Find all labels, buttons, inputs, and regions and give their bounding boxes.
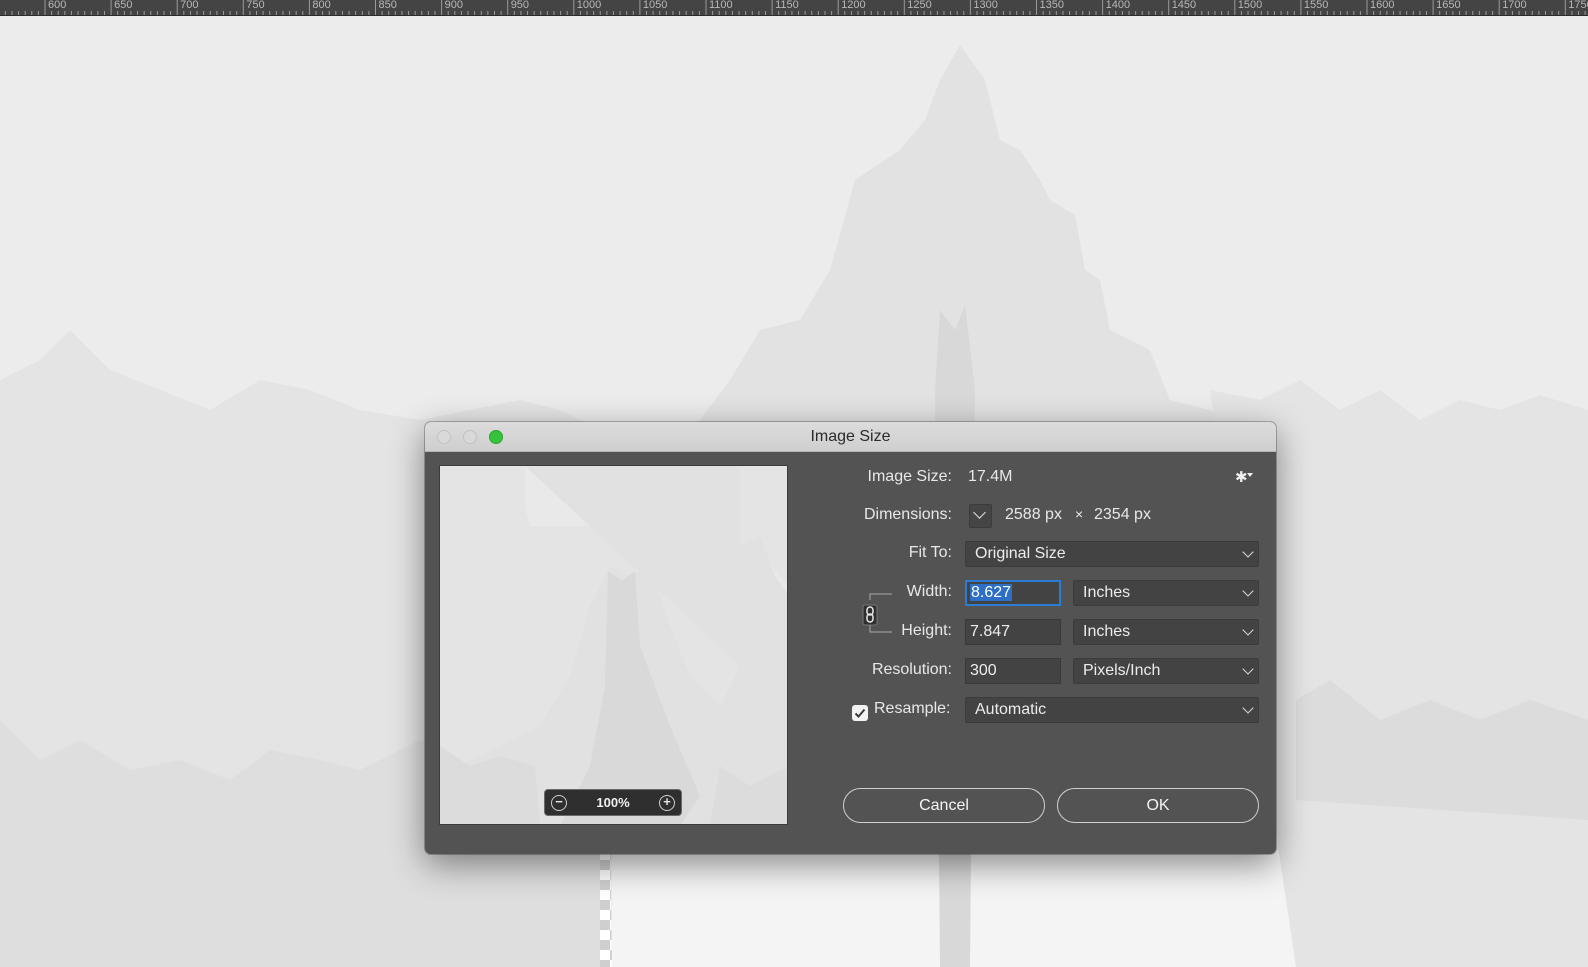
chevron-down-icon [1242, 702, 1254, 714]
ruler-tick-label: 700 [180, 0, 199, 11]
resample-value: Automatic [975, 701, 1047, 718]
preview-artwork [440, 466, 787, 824]
ok-button[interactable]: OK [1057, 788, 1259, 823]
dimensions-times-sign: × [1075, 506, 1084, 522]
ruler-tick-label: 800 [312, 0, 331, 11]
ruler-tick-label: 1100 [709, 0, 733, 11]
width-unit-value: Inches [1083, 584, 1131, 601]
width-input[interactable]: 8.627 [965, 580, 1061, 606]
image-preview[interactable]: − 100% + [439, 465, 788, 825]
ruler-tick-label: 1350 [1039, 0, 1064, 11]
width-unit-select[interactable]: Inches [1073, 580, 1259, 606]
fit-to-label: Fit To: [908, 544, 952, 561]
height-label: Height: [901, 622, 952, 639]
checkmark-icon [854, 708, 866, 718]
chevron-down-icon [1242, 663, 1254, 675]
ruler-tick-label: 1750 [1568, 0, 1588, 11]
resample-label: Resample: [874, 700, 951, 717]
dimensions-units-dropdown[interactable] [969, 504, 992, 528]
image-size-value: 17.4M [968, 468, 1013, 485]
ruler-tick-label: 1000 [576, 0, 602, 11]
ruler-tick-label: 1250 [907, 0, 932, 11]
gear-icon[interactable]: ✱ [1235, 468, 1253, 486]
ruler-tick-label: 1400 [1105, 0, 1131, 11]
chevron-down-icon [973, 506, 986, 519]
ruler-tick-label: 1600 [1370, 0, 1395, 11]
ruler-tick-label: 1450 [1171, 0, 1197, 11]
dialog-title: Image Size [810, 428, 891, 445]
resolution-unit-value: Pixels/Inch [1083, 662, 1161, 679]
fit-to-select[interactable]: Original Size [965, 541, 1259, 567]
fit-to-value: Original Size [975, 545, 1066, 562]
image-size-label: Image Size: [867, 468, 952, 485]
chevron-down-icon [1242, 546, 1254, 558]
width-input-value: 8.627 [970, 584, 1013, 601]
zoom-in-icon[interactable]: + [659, 795, 675, 811]
height-unit-value: Inches [1083, 623, 1131, 640]
dimensions-label: Dimensions: [863, 506, 952, 523]
resolution-unit-select[interactable]: Pixels/Inch [1073, 658, 1259, 684]
ruler-tick-label: 900 [444, 0, 463, 11]
resolution-label: Resolution: [871, 661, 952, 678]
ruler-tick-label: 1200 [841, 0, 866, 11]
height-unit-select[interactable]: Inches [1073, 619, 1259, 645]
cancel-button[interactable]: Cancel [843, 788, 1045, 823]
dimensions-width: 2588 px [1005, 506, 1062, 523]
image-size-dialog: Image Size − 100% + Image Size: 17.4M ✱ … [425, 422, 1276, 854]
dialog-titlebar[interactable]: Image Size [425, 422, 1276, 452]
ruler-tick-label: 1700 [1502, 0, 1527, 11]
ruler-tick-label: 850 [378, 0, 397, 11]
ruler-tick-label: 1150 [775, 0, 799, 11]
width-label: Width: [906, 583, 952, 600]
ruler-tick-label: 1500 [1237, 0, 1263, 11]
chevron-down-icon [1242, 585, 1254, 597]
ruler-tick-label: 1550 [1303, 0, 1329, 11]
resolution-input[interactable]: 300 [965, 658, 1061, 684]
ruler-tick-label: 750 [246, 0, 265, 11]
ruler-tick-label: 1050 [642, 0, 668, 11]
preview-zoom-control: − 100% + [544, 789, 682, 816]
height-input[interactable]: 7.847 [965, 619, 1061, 645]
resample-select[interactable]: Automatic [965, 697, 1259, 723]
horizontal-ruler: 600 650 700 750 800 850 900 950 1000 1050 1100 1150… [0, 0, 1588, 16]
resample-checkbox[interactable] [852, 705, 868, 721]
ruler-tick-label: 600 [48, 0, 67, 11]
ruler-tick-label: 1650 [1436, 0, 1461, 11]
dimensions-height: 2354 px [1094, 506, 1151, 523]
ruler-tick-label: 950 [510, 0, 530, 11]
ruler-tick-label: 1300 [973, 0, 998, 11]
ruler-tick-label: 650 [114, 0, 133, 11]
chevron-down-icon [1242, 624, 1254, 636]
